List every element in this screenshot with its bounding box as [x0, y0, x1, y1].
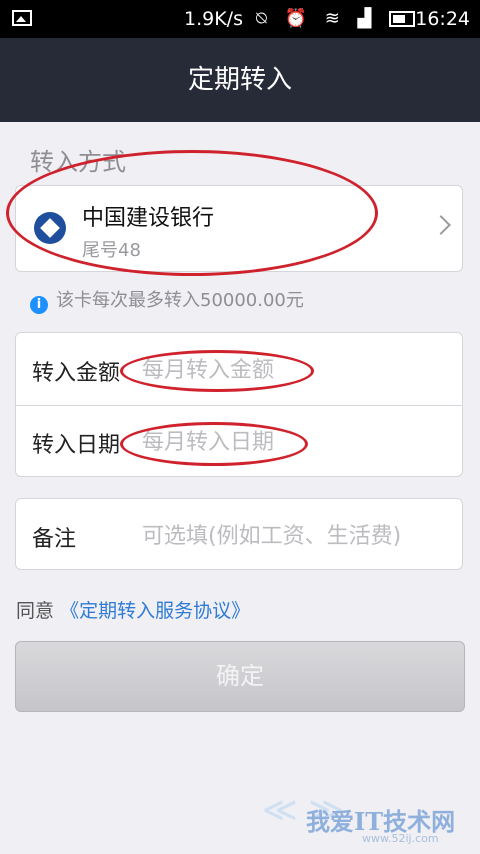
note-label: 备注 [32, 527, 77, 552]
agreement-row: 同意 《定期转入服务协议》 [16, 596, 250, 623]
transfer-method-label: 转入方式 [30, 148, 126, 176]
transfer-form: 转入金额 转入日期 [15, 332, 463, 477]
confirm-button[interactable]: 确定 [15, 641, 465, 712]
date-input[interactable] [140, 423, 444, 461]
agreement-prefix: 同意 [16, 600, 55, 622]
image-icon [12, 10, 32, 26]
status-bar: 1.9K/s ⍉ ⏰ ≋ ▟ 16:24 [0, 0, 480, 38]
alarm-icon: ⏰ [284, 8, 313, 29]
date-label: 转入日期 [32, 433, 121, 458]
limit-info: i 该卡每次最多转入50000.00元 [30, 286, 304, 314]
page-header: 定期转入 [0, 38, 480, 122]
network-speed: 1.9K/s [184, 8, 243, 30]
wifi-icon: ≋ [324, 8, 346, 29]
watermark: ≪ ≫ 我爱IT技术网 www.52ij.com [262, 790, 472, 846]
amount-label: 转入金额 [32, 361, 121, 386]
amount-row: 转入金额 [16, 333, 462, 406]
bank-card-selector[interactable]: 中国建设银行 尾号48 [15, 185, 463, 272]
info-icon: i [30, 296, 48, 314]
watermark-url: www.52ij.com [362, 832, 439, 845]
bank-name: 中国建设银行 [82, 206, 215, 231]
battery-icon [389, 11, 416, 27]
clock: 16:24 [415, 8, 470, 30]
date-row: 转入日期 [16, 405, 462, 477]
no-alarm-icon: ⍉ [256, 8, 273, 29]
ccb-bank-icon [34, 212, 66, 244]
amount-input[interactable] [140, 351, 444, 389]
note-input[interactable] [140, 517, 444, 555]
status-icons: ⍉ ⏰ ≋ ▟ [256, 8, 419, 29]
note-card: 备注 [15, 498, 463, 570]
limit-info-text: 该卡每次最多转入50000.00元 [56, 290, 304, 311]
agreement-link[interactable]: 《定期转入服务协议》 [60, 600, 250, 622]
chevron-right-icon [431, 215, 451, 235]
card-tail-number: 尾号48 [82, 240, 141, 261]
page-title: 定期转入 [187, 65, 292, 95]
signal-icon: ▟ [357, 8, 378, 29]
